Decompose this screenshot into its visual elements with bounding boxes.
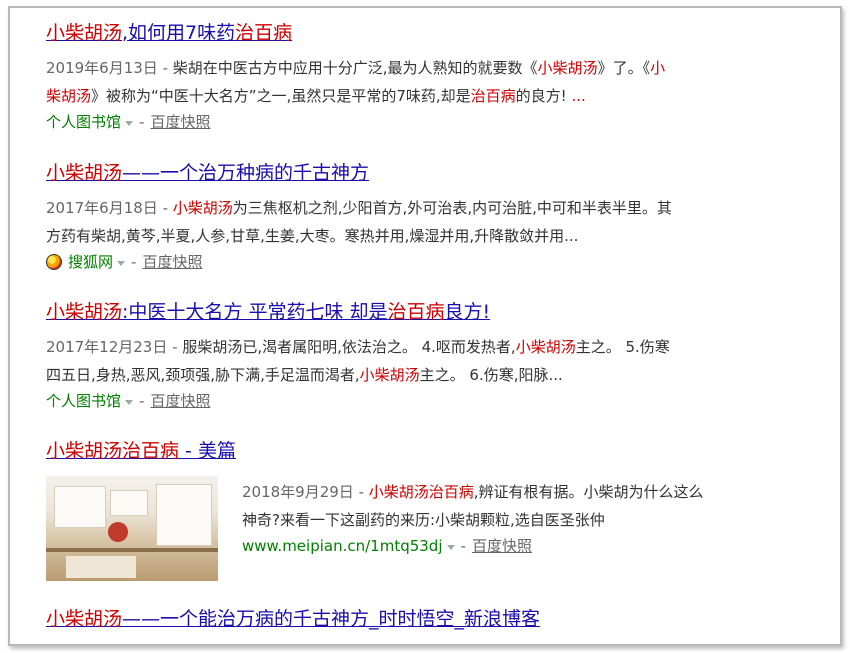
search-result: 小柴胡汤:中医十大名方 平常药七味 却是治百病良方! 2017年12月23日 -… bbox=[46, 299, 816, 413]
search-result: 小柴胡汤——一个治万种病的千古神方 2017年6月18日 - 小柴胡汤为三焦枢机… bbox=[46, 160, 816, 274]
result-title-link[interactable]: 小柴胡汤——一个能治万病的千古神方_时时悟空_新浪博客 bbox=[46, 606, 816, 632]
result-title-link[interactable]: 小柴胡汤——一个治万种病的千古神方 bbox=[46, 160, 816, 186]
sohu-logo-icon bbox=[46, 254, 62, 270]
cache-link[interactable]: 百度快照 bbox=[142, 250, 202, 274]
result-meta: 个人图书馆 - 百度快照 bbox=[46, 389, 816, 413]
dropdown-caret-icon[interactable] bbox=[125, 120, 134, 126]
search-result: 小柴胡汤治百病 - 美篇 2018年9月29日 - 小柴胡汤治百病,辨证有根有据… bbox=[46, 438, 816, 588]
result-date: 2017年12月23日 bbox=[46, 338, 168, 356]
result-snippet: 2018年9月29日 - 小柴胡汤治百病,辨证有根有据。小柴胡为什么这么 神奇?… bbox=[242, 483, 704, 529]
result-thumbnail[interactable] bbox=[46, 476, 218, 581]
result-title-link[interactable]: 小柴胡汤治百病 - 美篇 bbox=[46, 438, 816, 464]
dropdown-caret-icon[interactable] bbox=[117, 260, 126, 266]
dropdown-caret-icon[interactable] bbox=[446, 544, 455, 550]
result-site[interactable]: 个人图书馆 bbox=[46, 389, 121, 413]
dropdown-caret-icon[interactable] bbox=[125, 399, 134, 405]
result-meta: 搜狐网 - 百度快照 bbox=[46, 250, 816, 274]
cache-link[interactable]: 百度快照 bbox=[150, 110, 210, 134]
result-snippet: 2017年6月18日 - 小柴胡汤为三焦枢机之剂,少阳首方,外可治表,内可治脏,… bbox=[46, 199, 672, 245]
result-title-link[interactable]: 小柴胡汤,如何用7味药治百病 bbox=[46, 20, 816, 46]
result-date: 2017年6月18日 bbox=[46, 199, 158, 217]
search-result: 小柴胡汤——一个能治万病的千古神方_时时悟空_新浪博客 bbox=[46, 606, 816, 632]
result-site[interactable]: 个人图书馆 bbox=[46, 110, 121, 134]
result-site[interactable]: 搜狐网 bbox=[68, 250, 113, 274]
result-meta: 个人图书馆 - 百度快照 bbox=[46, 110, 816, 134]
result-date: 2018年9月29日 bbox=[242, 483, 354, 501]
cache-link[interactable]: 百度快照 bbox=[472, 534, 532, 558]
search-result: 小柴胡汤,如何用7味药治百病 2019年6月13日 - 柴胡在中医古方中应用十分… bbox=[46, 20, 816, 134]
result-snippet: 2019年6月13日 - 柴胡在中医古方中应用十分广泛,最为人熟知的就要数《小柴… bbox=[46, 59, 666, 105]
result-url[interactable]: www.meipian.cn/1mtq53dj bbox=[242, 534, 443, 558]
search-results-panel: 小柴胡汤,如何用7味药治百病 2019年6月13日 - 柴胡在中医古方中应用十分… bbox=[8, 6, 842, 646]
result-snippet: 2017年12月23日 - 服柴胡汤已,渴者属阳明,依法治之。 4.呕而发热者,… bbox=[46, 338, 670, 384]
result-date: 2019年6月13日 bbox=[46, 59, 158, 77]
result-body: 2018年9月29日 - 小柴胡汤治百病,辨证有根有据。小柴胡为什么这么 神奇?… bbox=[242, 478, 812, 558]
result-title-link[interactable]: 小柴胡汤:中医十大名方 平常药七味 却是治百病良方! bbox=[46, 299, 816, 325]
result-meta: www.meipian.cn/1mtq53dj - 百度快照 bbox=[242, 534, 812, 558]
cache-link[interactable]: 百度快照 bbox=[150, 389, 210, 413]
